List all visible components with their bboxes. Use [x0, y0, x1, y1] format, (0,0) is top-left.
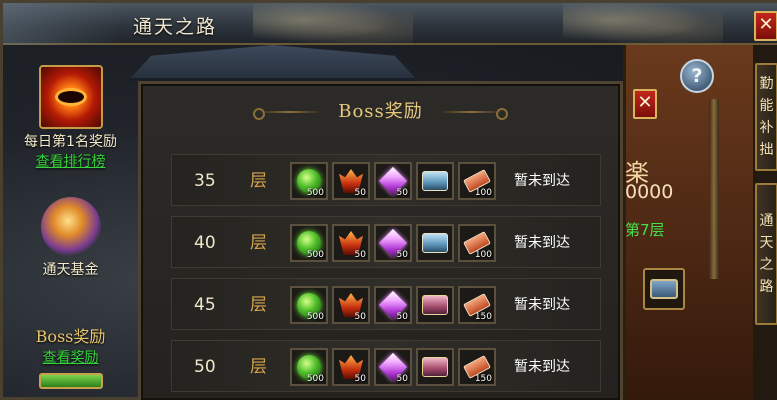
boss-reward-popup: Boss奖励 35 层 500 50 50 100 暂未到达 40 层 500 50 50 100 暂未到… [138, 81, 623, 400]
title-bar: 通天之路 [3, 3, 777, 45]
reward-row: 45 层 500 50 50 150 暂未到达 [171, 278, 601, 330]
red-chest-icon [422, 295, 448, 315]
reward-item-slot[interactable]: 150 [458, 286, 496, 324]
floor-status: 暂未到达 [514, 235, 570, 251]
flaming-eye-icon[interactable] [38, 65, 103, 129]
window-close-button[interactable]: ✕ [754, 11, 777, 41]
reward-item-slot[interactable]: 100 [458, 224, 496, 262]
chest-icon [650, 279, 678, 299]
item-quantity: 50 [396, 250, 408, 260]
popup-header: Boss奖励 [141, 92, 620, 132]
item-quantity: 100 [474, 188, 492, 198]
reward-items: 500 50 50 100 [290, 224, 496, 262]
reward-item-slot[interactable]: 50 [374, 224, 412, 262]
item-quantity: 500 [306, 312, 324, 322]
item-quantity: 50 [354, 188, 366, 198]
panel-close-button[interactable]: ✕ [633, 89, 657, 119]
daily-reward-entry[interactable]: 每日第1名奖励 查看排行榜 [3, 65, 138, 171]
floor-status: 暂未到达 [514, 173, 570, 189]
boss-reward-side-title: Boss奖励 [35, 327, 106, 346]
floor-number: 35 [194, 171, 216, 191]
item-quantity: 150 [474, 374, 492, 384]
reward-row: 50 层 500 50 50 150 暂未到达 [171, 340, 601, 392]
reward-item-slot[interactable]: 50 [332, 224, 370, 262]
item-quantity: 50 [396, 312, 408, 322]
view-ranking-link[interactable]: 查看排行榜 [3, 151, 138, 171]
floor-unit: 层 [250, 171, 267, 191]
red-chest-icon [422, 357, 448, 377]
fund-label: 通天基金 [42, 262, 99, 278]
tab-tongtian-road[interactable]: 通天之路 [755, 183, 777, 325]
claim-button[interactable] [38, 373, 103, 389]
ornament-left-icon [253, 108, 321, 120]
reward-item-slot[interactable]: 50 [332, 162, 370, 200]
dragon-ornament-icon [563, 3, 723, 45]
floor-number: 50 [194, 357, 216, 377]
daily-reward-label: 每日第1名奖励 [24, 134, 117, 150]
right-panel-score: 0000 [625, 181, 674, 203]
floor-unit: 层 [250, 233, 267, 253]
help-button[interactable]: ? [680, 59, 714, 93]
item-quantity: 500 [306, 374, 324, 384]
reward-item-slot[interactable] [416, 286, 454, 324]
item-quantity: 50 [354, 374, 366, 384]
reward-item-slot[interactable]: 500 [290, 162, 328, 200]
item-quantity: 50 [354, 250, 366, 260]
item-quantity: 100 [474, 250, 492, 260]
floor-status: 暂未到达 [514, 297, 570, 313]
item-quantity: 150 [474, 312, 492, 322]
reward-item-slot[interactable]: 50 [374, 162, 412, 200]
window-title: 通天之路 [133, 16, 218, 38]
reward-item-slot[interactable]: 50 [332, 286, 370, 324]
popup-title: Boss奖励 [338, 101, 423, 122]
floor-number: 45 [194, 295, 216, 315]
right-panel-floor: 第7层 [625, 221, 665, 239]
game-window: 通天之路 ✕ 每日第1名奖励 查看排行榜 通天基金 Boss奖励 查看奖励 楽 … [0, 0, 777, 400]
floor-unit: 层 [250, 357, 267, 377]
blue-chest-icon [422, 171, 448, 191]
item-quantity: 50 [354, 312, 366, 322]
floor-status: 暂未到达 [514, 359, 570, 375]
reward-items: 500 50 50 100 [290, 162, 496, 200]
dragon-ornament-icon [253, 3, 413, 45]
reward-row: 35 层 500 50 50 100 暂未到达 [171, 154, 601, 206]
item-quantity: 50 [396, 374, 408, 384]
item-quantity: 500 [306, 250, 324, 260]
reward-items: 500 50 50 150 [290, 348, 496, 386]
floor-number: 40 [194, 233, 216, 253]
ornament-right-icon [440, 108, 508, 120]
reward-item-slot[interactable]: 50 [374, 348, 412, 386]
blue-chest-icon [422, 233, 448, 253]
right-panel-chest-slot[interactable] [643, 268, 685, 310]
reward-item-slot[interactable]: 500 [290, 348, 328, 386]
tab-diligence[interactable]: 勤能补拙 [755, 63, 777, 171]
vertical-tab-bar: 勤能补拙 通天之路 [753, 45, 777, 400]
left-panel: 每日第1名奖励 查看排行榜 通天基金 Boss奖励 查看奖励 [3, 45, 138, 400]
pagoda-roof-decoration [128, 45, 418, 81]
view-rewards-link[interactable]: 查看奖励 [3, 347, 138, 367]
reward-item-slot[interactable]: 150 [458, 348, 496, 386]
reward-item-slot[interactable] [416, 348, 454, 386]
reward-item-slot[interactable]: 500 [290, 224, 328, 262]
scroll-rod-decoration [709, 99, 719, 279]
item-quantity: 500 [306, 188, 324, 198]
reward-item-slot[interactable]: 100 [458, 162, 496, 200]
reward-items: 500 50 50 150 [290, 286, 496, 324]
reward-item-slot[interactable]: 50 [374, 286, 412, 324]
reward-item-slot[interactable]: 50 [332, 348, 370, 386]
reward-item-slot[interactable] [416, 162, 454, 200]
fund-entry[interactable]: 通天基金 [3, 197, 138, 279]
reward-row: 40 层 500 50 50 100 暂未到达 [171, 216, 601, 268]
boss-reward-entry[interactable]: Boss奖励 查看奖励 [3, 323, 138, 389]
reward-item-slot[interactable] [416, 224, 454, 262]
floor-unit: 层 [250, 295, 267, 315]
item-quantity: 50 [396, 188, 408, 198]
reward-item-slot[interactable]: 500 [290, 286, 328, 324]
treasure-bag-icon[interactable] [40, 197, 101, 257]
